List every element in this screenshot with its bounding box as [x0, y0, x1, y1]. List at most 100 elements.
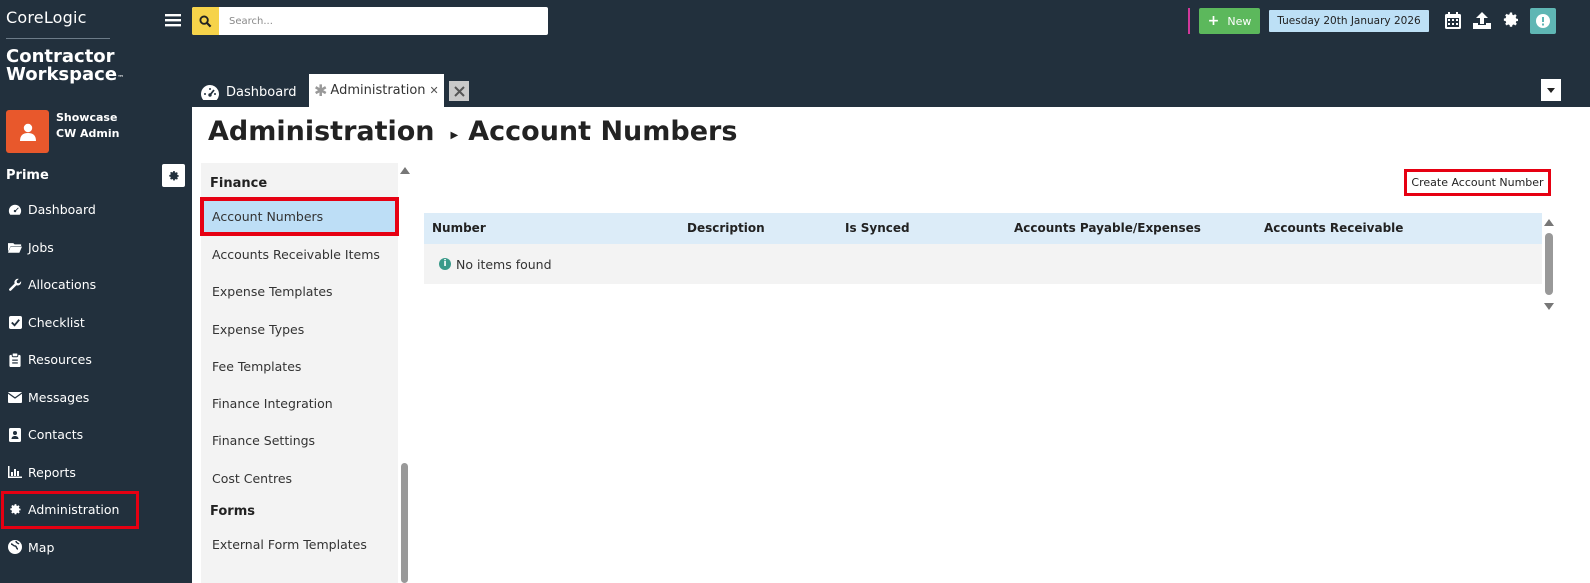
sidebar-item-label: Administration: [28, 502, 120, 518]
envelope-icon: [7, 389, 23, 405]
hamburger-icon: [165, 14, 181, 27]
settings-button[interactable]: [1502, 11, 1520, 29]
column-header-number[interactable]: Number: [432, 221, 486, 235]
plus-icon: +: [1207, 13, 1220, 29]
wrench-icon: [7, 277, 23, 293]
sidebar-item-label: Resources: [28, 352, 92, 368]
calendar-icon: [1445, 11, 1461, 29]
notifications-button[interactable]: [1530, 8, 1556, 34]
tab-label: Dashboard: [226, 84, 297, 100]
account-numbers-grid: Number Description Is Synced Accounts Pa…: [424, 213, 1542, 284]
scroll-up-arrow-icon[interactable]: [400, 167, 410, 174]
sidebar-item-contacts[interactable]: Contacts: [0, 416, 192, 454]
sidebar-item-label: Jobs: [28, 239, 54, 255]
sidebar-item-label: Contacts: [28, 427, 84, 443]
sidebar-item-map[interactable]: Map: [0, 529, 192, 567]
create-account-number-button[interactable]: Create Account Number: [1404, 169, 1551, 196]
user-profile[interactable]: Showcase CW Admin: [6, 110, 120, 153]
divider: [1188, 8, 1190, 34]
subnav-item-cost-centres[interactable]: Cost Centres: [201, 460, 398, 497]
search-bar: [192, 7, 548, 35]
column-header-accounts-payable[interactable]: Accounts Payable/Expenses: [1014, 221, 1201, 235]
sidebar-item-resources[interactable]: Resources: [0, 341, 192, 379]
sidebar-section-label: Prime: [6, 168, 49, 183]
sidebar-item-administration[interactable]: Administration: [1, 491, 139, 529]
subnav-item-account-numbers[interactable]: Account Numbers: [200, 197, 399, 236]
folder-icon: [7, 239, 23, 255]
brand-product-line2: Workspace™: [6, 64, 125, 85]
search-button[interactable]: [192, 7, 219, 35]
empty-message: No items found: [456, 256, 552, 272]
close-all-tabs-button[interactable]: [449, 81, 469, 101]
subnav-scrollbar[interactable]: [398, 163, 411, 583]
sidebar-item-label: Checklist: [28, 314, 85, 330]
new-button-label: New: [1227, 14, 1252, 28]
tab-administration[interactable]: ✱ Administration ✕: [309, 74, 444, 107]
empty-state: i No items found: [424, 244, 1542, 284]
sidebar-item-jobs[interactable]: Jobs: [0, 229, 192, 267]
gauge-icon: [7, 202, 23, 218]
sidebar-item-reports[interactable]: Reports: [0, 454, 192, 492]
scrollbar-thumb[interactable]: [1545, 233, 1553, 295]
alert-icon: [1536, 14, 1550, 28]
sidebar-item-label: Map: [28, 539, 55, 555]
scrollbar-thumb[interactable]: [401, 463, 408, 583]
upload-icon: [1473, 11, 1491, 29]
subnav-item-accounts-receivable-items[interactable]: Accounts Receivable Items: [201, 236, 398, 273]
tabs-dropdown-button[interactable]: [1541, 79, 1561, 101]
page-title: Administration ▶ Account Numbers: [208, 116, 737, 147]
search-input[interactable]: [229, 15, 529, 27]
scroll-down-arrow-icon[interactable]: [1544, 303, 1554, 310]
tab-dashboard[interactable]: Dashboard: [200, 78, 297, 106]
grid-header: Number Description Is Synced Accounts Pa…: [424, 213, 1542, 244]
sidebar-item-allocations[interactable]: Allocations: [0, 266, 192, 304]
caret-right-icon: ▶: [450, 130, 459, 141]
subnav-item-external-form-templates[interactable]: External Form Templates: [201, 526, 398, 563]
sidebar-item-dashboard[interactable]: Dashboard: [0, 191, 192, 229]
tab-close-icon[interactable]: ✕: [430, 84, 439, 97]
new-button[interactable]: + New: [1199, 8, 1260, 34]
subnav-item-expense-types[interactable]: Expense Types: [201, 311, 398, 348]
check-square-icon: [7, 314, 23, 330]
column-header-is-synced[interactable]: Is Synced: [845, 221, 910, 235]
caret-down-icon: [1547, 87, 1555, 93]
clipboard-icon: [7, 352, 23, 368]
subnav-item-finance-settings[interactable]: Finance Settings: [201, 422, 398, 459]
user-text: Showcase CW Admin: [56, 110, 120, 142]
breadcrumb-current: Account Numbers: [468, 116, 738, 147]
bar-chart-icon: [7, 464, 23, 480]
info-icon: i: [439, 258, 451, 270]
admin-subnav: Finance Account Numbers Accounts Receiva…: [200, 163, 399, 583]
user-line2: CW Admin: [56, 127, 120, 140]
scroll-up-arrow-icon[interactable]: [1544, 219, 1554, 226]
user-icon: [19, 123, 36, 141]
search-icon: [199, 14, 212, 27]
avatar[interactable]: [6, 110, 49, 153]
menu-toggle-button[interactable]: [165, 12, 181, 28]
address-book-icon: [7, 427, 23, 443]
user-line1: Showcase: [56, 111, 118, 124]
gear-icon: [1503, 12, 1519, 27]
subnav-item-fee-templates[interactable]: Fee Templates: [201, 348, 398, 385]
gear-icon: [168, 170, 179, 180]
subnav-item-expense-templates[interactable]: Expense Templates: [201, 273, 398, 310]
sidebar-item-messages[interactable]: Messages: [0, 379, 192, 417]
brand-logo[interactable]: CoreLogic Contractor Workspace™: [6, 8, 124, 84]
sidebar-settings-button[interactable]: [162, 164, 185, 187]
upload-button[interactable]: [1473, 11, 1491, 29]
calendar-button[interactable]: [1444, 11, 1462, 29]
column-header-description[interactable]: Description: [687, 221, 765, 235]
brand-divider: [6, 38, 110, 39]
gauge-icon: [200, 84, 220, 101]
date-badge: Tuesday 20th January 2026: [1269, 10, 1429, 32]
subnav-item-finance-integration[interactable]: Finance Integration: [201, 385, 398, 422]
sidebar-item-checklist[interactable]: Checklist: [0, 304, 192, 342]
breadcrumb-parent[interactable]: Administration: [208, 116, 435, 147]
close-icon: [453, 85, 465, 97]
sidebar-item-label: Dashboard: [28, 202, 96, 218]
sidebar: CoreLogic Contractor Workspace™ Showcase…: [0, 0, 192, 583]
column-header-accounts-receivable[interactable]: Accounts Receivable: [1264, 221, 1403, 235]
globe-icon: [7, 539, 23, 555]
grid-scrollbar[interactable]: [1543, 215, 1555, 315]
asterisk-icon: ✱: [314, 81, 328, 100]
